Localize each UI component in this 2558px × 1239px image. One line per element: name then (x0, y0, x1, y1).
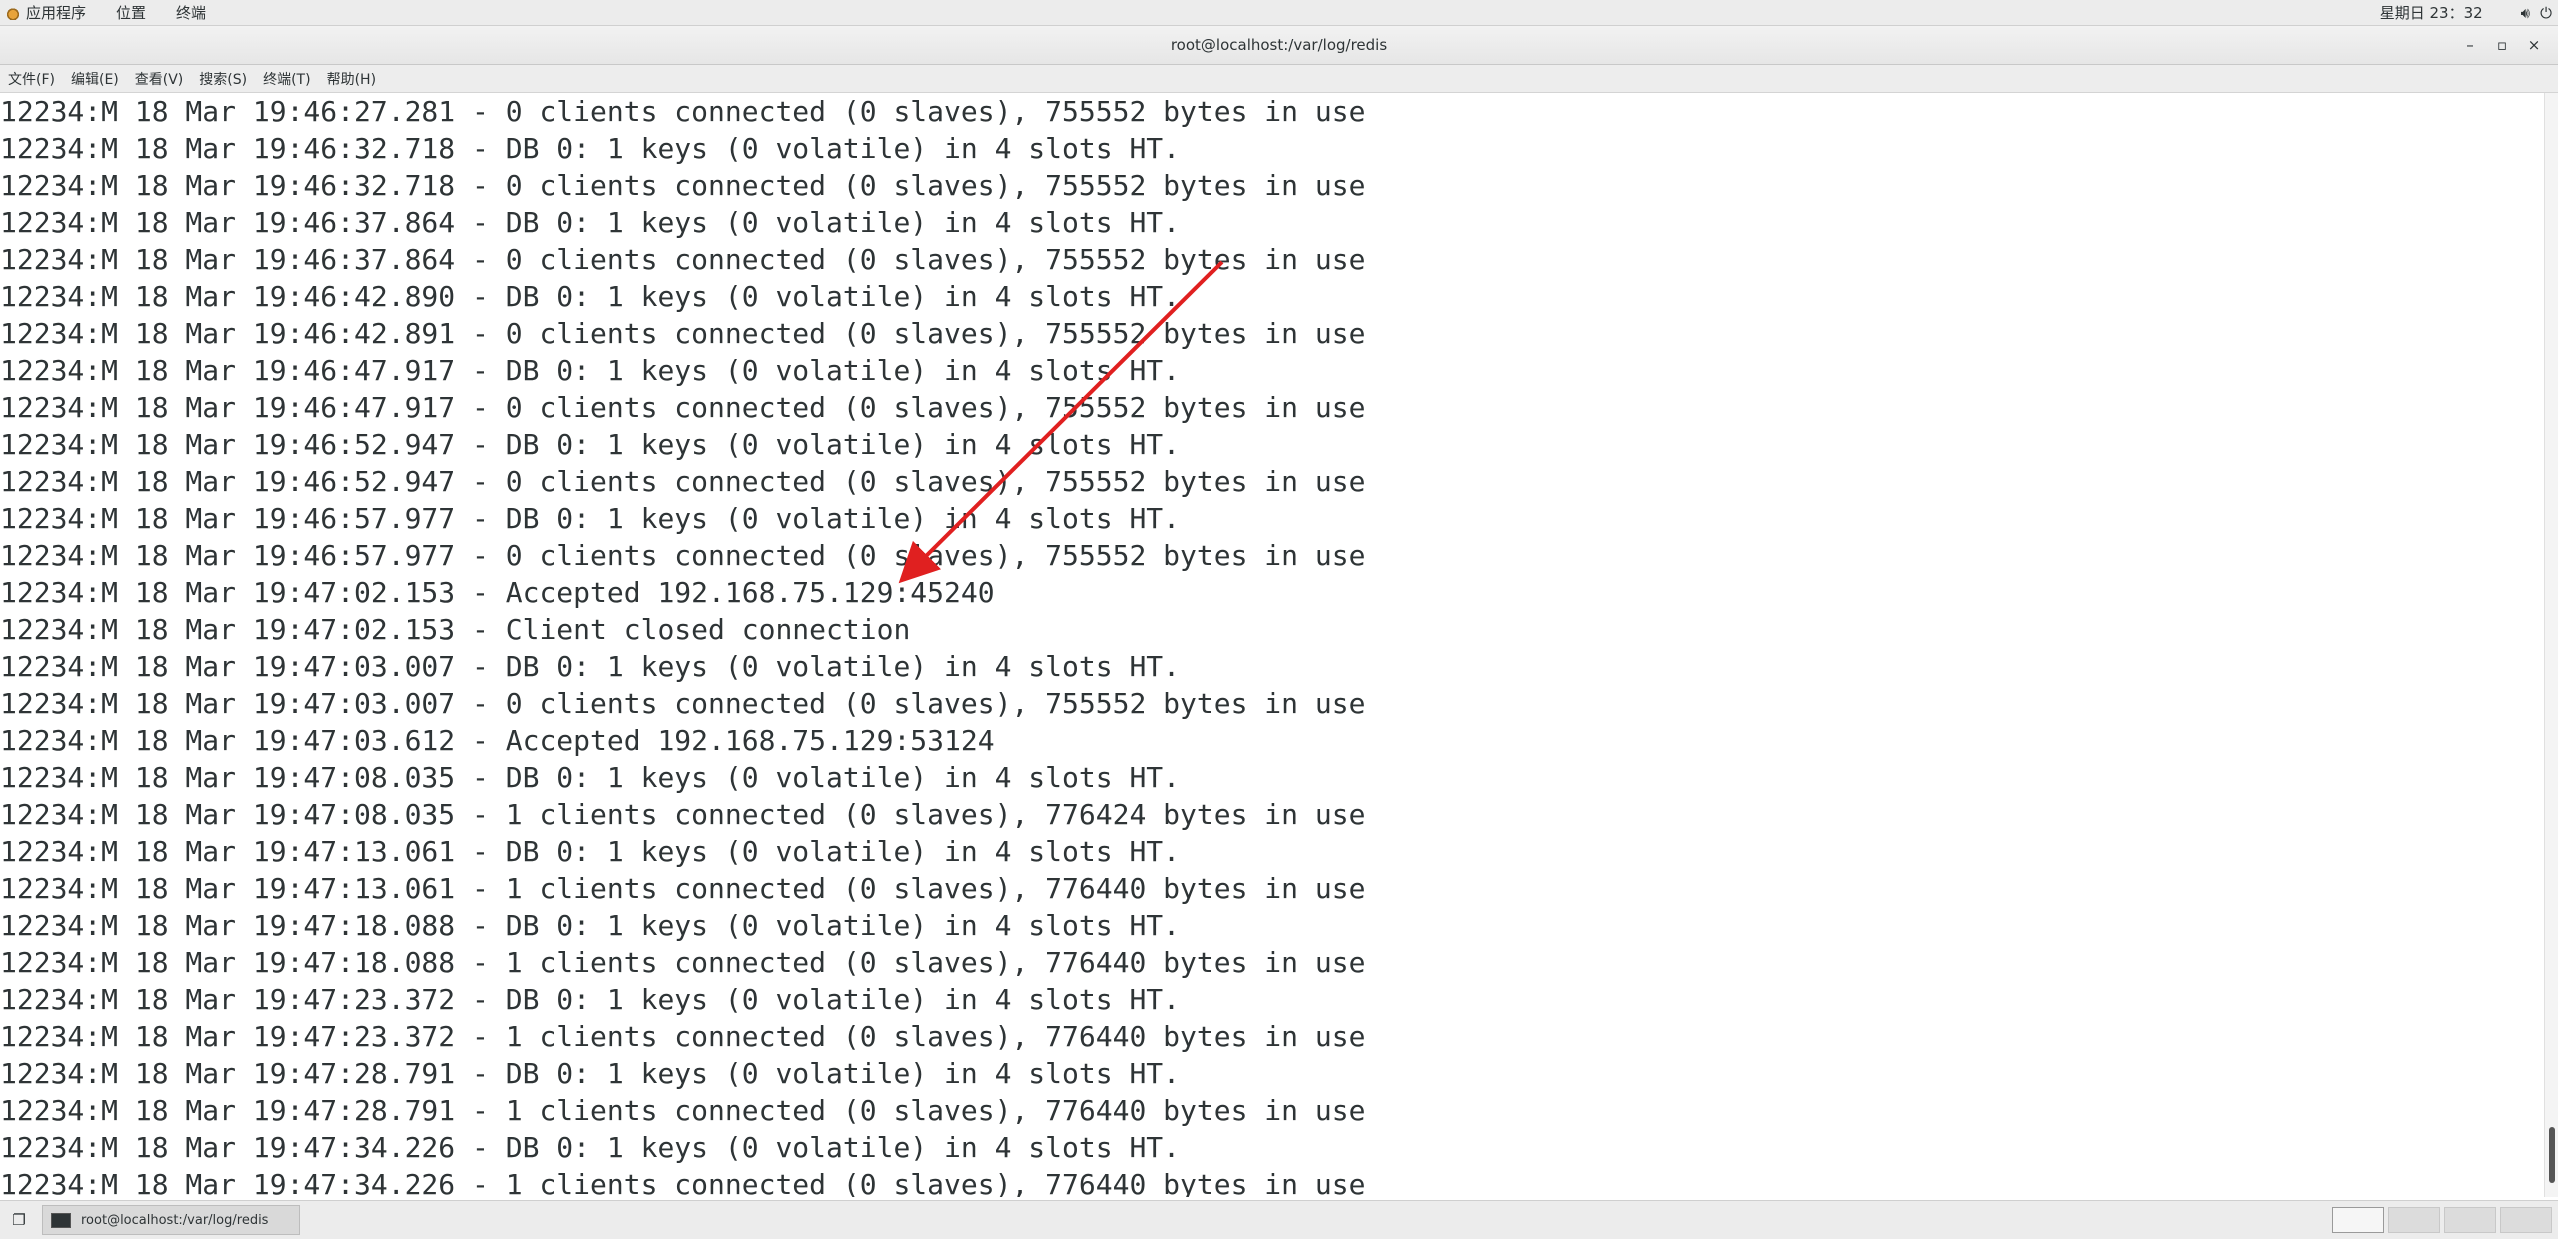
log-line: 12234:M 18 Mar 19:47:08.035 - 1 clients … (0, 798, 1366, 831)
log-line: 12234:M 18 Mar 19:47:13.061 - DB 0: 1 ke… (0, 835, 1181, 868)
places-menu[interactable]: 位置 (116, 2, 146, 23)
terminal-icon (51, 1212, 71, 1228)
log-line: 12234:M 18 Mar 19:47:03.007 - 0 clients … (0, 687, 1366, 720)
taskbar-window-label: root@localhost:/var/log/redis (81, 1212, 269, 1228)
log-line: 12234:M 18 Mar 19:46:42.890 - DB 0: 1 ke… (0, 280, 1181, 313)
clock[interactable]: 星期日 23：32 (2380, 2, 2483, 23)
workspace-4[interactable] (2500, 1207, 2552, 1233)
workspace-2[interactable] (2388, 1207, 2440, 1233)
log-line: 12234:M 18 Mar 19:47:23.372 - DB 0: 1 ke… (0, 983, 1181, 1016)
log-line: 12234:M 18 Mar 19:46:47.917 - DB 0: 1 ke… (0, 354, 1181, 387)
top-panel: 应用程序 位置 终端 星期日 23：32 🔊︎ ⏻ (0, 0, 2558, 26)
bottom-panel: ❐ root@localhost:/var/log/redis (0, 1200, 2558, 1239)
menu-view[interactable]: 查看(V) (127, 69, 192, 89)
workspace-switcher (2328, 1207, 2552, 1233)
log-line: 12234:M 18 Mar 19:46:57.977 - 0 clients … (0, 539, 1366, 572)
taskbar-window-button[interactable]: root@localhost:/var/log/redis (42, 1205, 300, 1235)
window-title: root@localhost:/var/log/redis (1170, 36, 1388, 54)
menu-edit[interactable]: 编辑(E) (63, 69, 127, 89)
volume-icon[interactable]: 🔊︎ (2521, 4, 2530, 22)
log-line: 12234:M 18 Mar 19:47:18.088 - 1 clients … (0, 946, 1366, 979)
menu-help[interactable]: 帮助(H) (319, 69, 384, 89)
log-line: 12234:M 18 Mar 19:47:18.088 - DB 0: 1 ke… (0, 909, 1181, 942)
log-line: 12234:M 18 Mar 19:47:02.153 - Client clo… (0, 613, 911, 646)
log-line: 12234:M 18 Mar 19:46:32.718 - DB 0: 1 ke… (0, 132, 1181, 165)
log-line: 12234:M 18 Mar 19:47:03.007 - DB 0: 1 ke… (0, 650, 1181, 683)
terminal-output[interactable]: 12234:M 18 Mar 19:46:27.281 - 0 clients … (0, 93, 2545, 1197)
log-line: 12234:M 18 Mar 19:46:37.864 - DB 0: 1 ke… (0, 206, 1181, 239)
log-line: 12234:M 18 Mar 19:46:37.864 - 0 clients … (0, 243, 1366, 276)
menu-terminal[interactable]: 终端(T) (255, 69, 318, 89)
log-line: 12234:M 18 Mar 19:46:57.977 - DB 0: 1 ke… (0, 502, 1181, 535)
show-desktop-icon[interactable]: ❐ (8, 1209, 30, 1231)
terminal-scrollbar[interactable] (2544, 93, 2558, 1197)
close-button[interactable]: × (2518, 36, 2550, 54)
menu-search[interactable]: 搜索(S) (191, 69, 255, 89)
log-line: 12234:M 18 Mar 19:47:34.226 - 1 clients … (0, 1168, 1366, 1197)
window-titlebar[interactable]: root@localhost:/var/log/redis – ▫ × (0, 26, 2558, 65)
log-line: 12234:M 18 Mar 19:46:27.281 - 0 clients … (0, 95, 1366, 128)
log-line: 12234:M 18 Mar 19:47:08.035 - DB 0: 1 ke… (0, 761, 1181, 794)
maximize-button[interactable]: ▫ (2486, 36, 2518, 54)
workspace-1[interactable] (2332, 1207, 2384, 1233)
applications-menu[interactable]: 应用程序 (6, 2, 86, 23)
menu-bar: 文件(F) 编辑(E) 查看(V) 搜索(S) 终端(T) 帮助(H) (0, 65, 2558, 93)
minimize-button[interactable]: – (2454, 36, 2486, 54)
terminal-app-menu[interactable]: 终端 (176, 2, 206, 23)
log-line: 12234:M 18 Mar 19:46:47.917 - 0 clients … (0, 391, 1366, 424)
log-line: 12234:M 18 Mar 19:46:52.947 - 0 clients … (0, 465, 1366, 498)
log-line: 12234:M 18 Mar 19:47:02.153 - Accepted 1… (0, 576, 995, 609)
log-line: 12234:M 18 Mar 19:47:28.791 - DB 0: 1 ke… (0, 1057, 1181, 1090)
log-line: 12234:M 18 Mar 19:47:34.226 - DB 0: 1 ke… (0, 1131, 1181, 1164)
log-line: 12234:M 18 Mar 19:47:28.791 - 1 clients … (0, 1094, 1366, 1127)
log-line: 12234:M 18 Mar 19:46:42.891 - 0 clients … (0, 317, 1366, 350)
log-line: 12234:M 18 Mar 19:47:13.061 - 1 clients … (0, 872, 1366, 905)
power-icon[interactable]: ⏻ (2540, 4, 2552, 22)
menu-file[interactable]: 文件(F) (0, 69, 63, 89)
scrollbar-thumb[interactable] (2549, 1127, 2555, 1183)
applications-icon (6, 5, 20, 20)
log-line: 12234:M 18 Mar 19:46:32.718 - 0 clients … (0, 169, 1366, 202)
applications-label: 应用程序 (26, 4, 87, 22)
workspace-3[interactable] (2444, 1207, 2496, 1233)
log-line: 12234:M 18 Mar 19:47:23.372 - 1 clients … (0, 1020, 1366, 1053)
log-line: 12234:M 18 Mar 19:46:52.947 - DB 0: 1 ke… (0, 428, 1181, 461)
log-line: 12234:M 18 Mar 19:47:03.612 - Accepted 1… (0, 724, 995, 757)
